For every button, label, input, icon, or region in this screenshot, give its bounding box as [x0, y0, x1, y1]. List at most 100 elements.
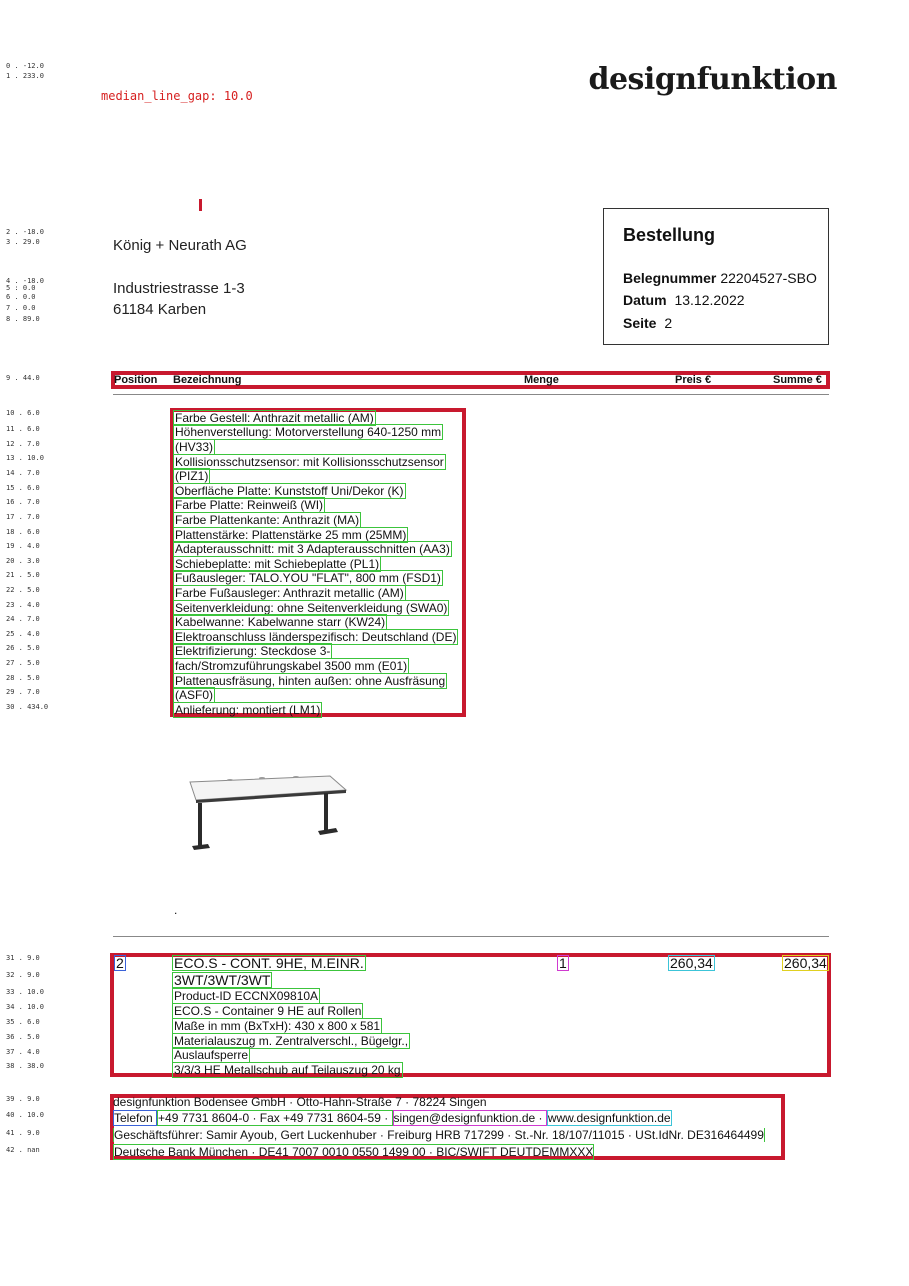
- gutter-label: 22 . 5.0: [6, 586, 40, 594]
- gutter-label: 33 . 10.0: [6, 988, 44, 996]
- item2-menge: 1: [557, 955, 569, 971]
- beleg-label: Belegnummer: [623, 270, 717, 286]
- gutter-label: 5 : 0.0: [6, 284, 36, 292]
- telefon-label: Telefon: [113, 1110, 158, 1126]
- gutter-label: 30 . 434.0: [6, 703, 49, 711]
- gutter-label: 40 . 10.0: [6, 1111, 44, 1119]
- order-title: Bestellung: [623, 225, 716, 245]
- footer-management-line: Geschäftsführer: Samir Ayoub, Gert Lucke…: [113, 1128, 781, 1142]
- spec-line: Adapterausschnitt: mit 3 Adapterausschni…: [173, 541, 452, 557]
- email-link[interactable]: singen@designfunktion.de ·: [392, 1110, 547, 1126]
- gutter-label: 6 . 0.0: [6, 293, 36, 301]
- gutter-label: 11 . 6.0: [6, 425, 40, 433]
- spec-line: Kollisionsschutzsensor: mit Kollisionssc…: [173, 454, 446, 470]
- gutter-label: 18 . 6.0: [6, 528, 40, 536]
- recipient-city: 61184 Karben: [113, 301, 207, 318]
- gutter-label: 31 . 9.0: [6, 954, 40, 962]
- header-divider: [113, 394, 829, 395]
- spec-line: Elektrifizierung: Steckdose 3-: [173, 643, 333, 659]
- spec-line: Farbe Platte: Reinweiß (WI): [173, 497, 326, 513]
- header-bezeichnung: Bezeichnung: [173, 374, 242, 386]
- gutter-label: 10 . 6.0: [6, 409, 40, 417]
- gutter-label: 41 . 9.0: [6, 1129, 40, 1137]
- gutter-label: 1 . 233.0: [6, 72, 44, 80]
- footer-company-line: designfunktion Bodensee GmbH · Otto-Hahn…: [113, 1095, 487, 1109]
- item2-preis: 260,34: [668, 955, 715, 971]
- gutter-label: 9 . 44.0: [6, 374, 40, 382]
- gutter-label: 13 . 10.0: [6, 454, 44, 462]
- gutter-label: 23 . 4.0: [6, 601, 40, 609]
- gutter-label: 16 . 7.0: [6, 498, 40, 506]
- header-menge: Menge: [524, 374, 559, 386]
- red-marker: [199, 199, 202, 211]
- gutter-label: 25 . 4.0: [6, 630, 40, 638]
- beleg-value: 22204527-SBO: [720, 270, 817, 286]
- gutter-label: 36 . 5.0: [6, 1033, 40, 1041]
- gutter-label: 35 . 6.0: [6, 1018, 40, 1026]
- item2-detail-line: 3/3/3 HE Metallschub auf Teilauszug 20 k…: [172, 1062, 403, 1078]
- header-position: Position: [114, 374, 158, 386]
- gutter-label: 37 . 4.0: [6, 1048, 40, 1056]
- desk-product-image: [184, 770, 354, 860]
- spec-line: Höhenverstellung: Motorverstellung 640-1…: [173, 424, 444, 440]
- spec-line: Kabelwanne: Kabelwanne starr (KW24): [173, 614, 388, 630]
- gutter-label: 20 . 3.0: [6, 557, 40, 565]
- header-preis: Preis €: [675, 374, 712, 386]
- spec-line: (ASF0): [173, 687, 216, 703]
- dot-mark: .: [174, 903, 178, 917]
- gutter-label: 8 . 89.0: [6, 315, 40, 323]
- item2-position: 2: [114, 955, 126, 971]
- item2-summe: 260,34: [782, 955, 829, 971]
- order-info-box: Bestellung Belegnummer 22204527-SBO Datum…: [603, 208, 829, 345]
- website-link[interactable]: www.designfunktion.de: [546, 1110, 672, 1126]
- gutter-label: 0 . -12.0: [6, 62, 44, 70]
- recipient-company: König + Neurath AG: [113, 237, 247, 254]
- gutter-label: 38 . 38.0: [6, 1062, 44, 1070]
- spec-line: (PIZ1): [173, 468, 211, 484]
- phone-fax: +49 7731 8604-0 · Fax +49 7731 8604-59 ·: [157, 1110, 393, 1126]
- item2-detail-line: ECO.S - Container 9 HE auf Rollen: [172, 1003, 364, 1019]
- gutter-label: 3 . 29.0: [6, 238, 40, 246]
- gutter-label: 2 . -18.0: [6, 228, 44, 236]
- item2-detail-line: Product-ID ECCNX09810A: [172, 988, 321, 1004]
- seite-value: 2: [664, 315, 673, 331]
- spec-line: (HV33): [173, 439, 216, 455]
- spec-line: Fußausleger: TALO.YOU "FLAT", 800 mm (FS…: [173, 570, 443, 586]
- gutter-label: 7 . 0.0: [6, 304, 36, 312]
- gutter-label: 26 . 5.0: [6, 644, 40, 652]
- datum-row: Datum 13.12.2022: [623, 292, 745, 308]
- seite-label: Seite: [623, 315, 657, 331]
- gutter-label: 12 . 7.0: [6, 440, 40, 448]
- footer-contact-line: Telefon +49 7731 8604-0 · Fax +49 7731 8…: [113, 1110, 672, 1126]
- gutter-label: 42 . nan: [6, 1146, 40, 1154]
- header-summe: Summe €: [773, 374, 822, 386]
- gutter-label: 21 . 5.0: [6, 571, 40, 579]
- gutter-label: 39 . 9.0: [6, 1095, 40, 1103]
- spec-line: Anlieferung: montiert (LM1): [173, 702, 323, 718]
- seite-row: Seite 2: [623, 315, 672, 331]
- item2-detail-line: Auslaufsperre: [172, 1047, 251, 1063]
- gutter-label: 14 . 7.0: [6, 469, 40, 477]
- item-divider: [113, 936, 829, 937]
- gutter-label: 29 . 7.0: [6, 688, 40, 696]
- median-line-gap-annotation: median_line_gap: 10.0: [101, 89, 253, 103]
- gutter-label: 17 . 7.0: [6, 513, 40, 521]
- management-text: Geschäftsführer: Samir Ayoub, Gert Lucke…: [113, 1128, 765, 1142]
- datum-label: Datum: [623, 292, 667, 308]
- gutter-label: 28 . 5.0: [6, 674, 40, 682]
- gutter-label: 34 . 10.0: [6, 1003, 44, 1011]
- gutter-label: 15 . 6.0: [6, 484, 40, 492]
- spec-line: Farbe Fußausleger: Anthrazit metallic (A…: [173, 585, 406, 601]
- item2-title-line2: 3WT/3WT/3WT: [172, 972, 273, 988]
- bank-text: Deutsche Bank München · DE41 7007 0010 0…: [113, 1144, 595, 1160]
- gutter-label: 19 . 4.0: [6, 542, 40, 550]
- datum-value: 13.12.2022: [674, 292, 745, 308]
- item2-title-line1: ECO.S - CONT. 9HE, M.EINR.: [172, 955, 366, 971]
- footer-bank-line: Deutsche Bank München · DE41 7007 0010 0…: [113, 1144, 595, 1160]
- gutter-label: 24 . 7.0: [6, 615, 40, 623]
- beleg-row: Belegnummer 22204527-SBO: [623, 270, 817, 286]
- spec-line: fach/Stromzuführungskabel 3500 mm (E01): [173, 658, 410, 674]
- item2-detail-line: Maße in mm (BxTxH): 430 x 800 x 581: [172, 1018, 383, 1034]
- company-logo: designfunktion: [588, 62, 837, 97]
- recipient-street: Industriestrasse 1-3: [113, 280, 245, 297]
